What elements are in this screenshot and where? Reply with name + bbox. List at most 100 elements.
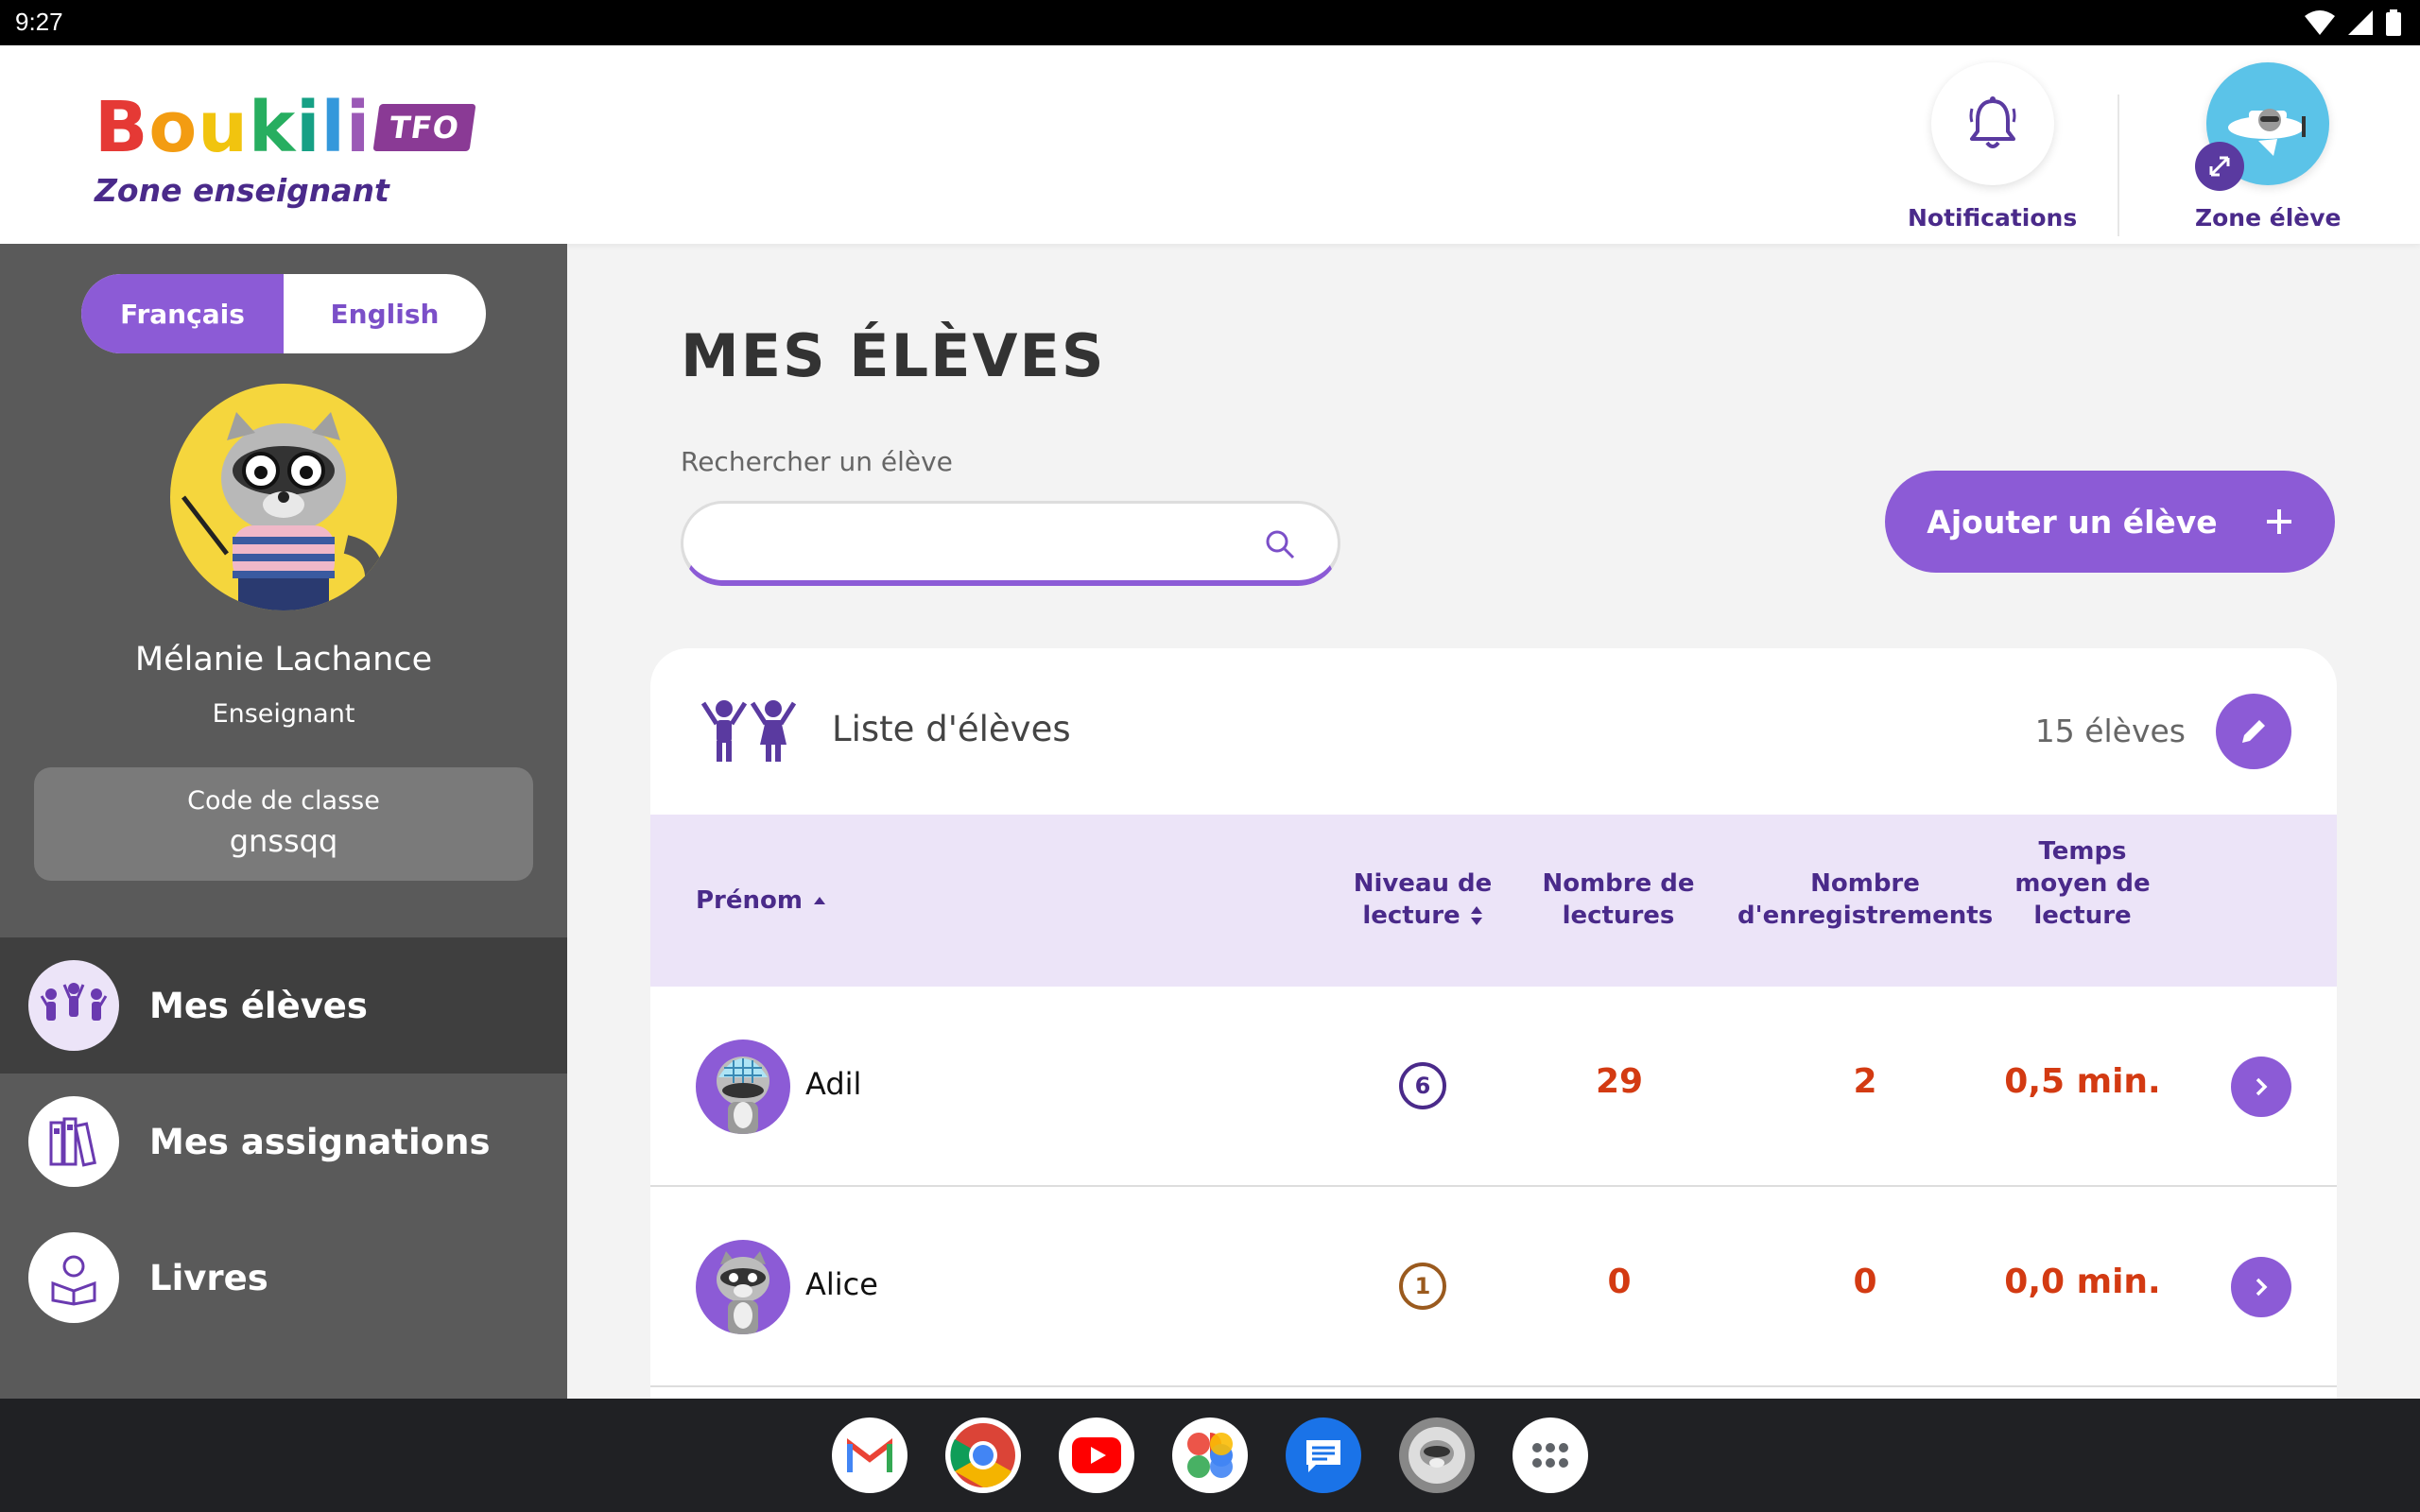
- recordings-count: 2: [1853, 1062, 1877, 1101]
- books-icon: [28, 1096, 119, 1187]
- taskbar-apps: [832, 1418, 1588, 1493]
- edit-list-button[interactable]: [2216, 694, 2291, 769]
- student-name: Alice: [805, 1266, 878, 1302]
- app-drawer-icon[interactable]: [1512, 1418, 1588, 1493]
- student-list-title: Liste d'élèves: [832, 709, 1071, 749]
- student-list-header: Liste d'élèves 15 élèves: [650, 648, 2337, 815]
- chrome-icon[interactable]: [945, 1418, 1021, 1493]
- language-toggle[interactable]: Français English: [81, 274, 486, 353]
- status-bar: 9:27: [0, 0, 2420, 45]
- messages-icon[interactable]: [1286, 1418, 1361, 1493]
- col-reads-line2: lectures: [1562, 902, 1675, 930]
- reads-count: 29: [1595, 1062, 1644, 1101]
- sidebar-nav: Mes élèves Mes assignations Livres: [0, 937, 567, 1346]
- class-code-box: Code de classe gnssqq: [34, 767, 533, 881]
- student-avatar: [696, 1040, 790, 1134]
- sidebar-item-mes-eleves[interactable]: Mes élèves: [0, 937, 567, 1074]
- table-row[interactable]: Alice 1 0 0 0,0 min.: [650, 1187, 2337, 1387]
- photos-icon[interactable]: [1172, 1418, 1248, 1493]
- plus-icon: [2266, 509, 2291, 534]
- col-time-line1: Temps: [2038, 837, 2127, 866]
- lang-french-button[interactable]: Français: [81, 274, 284, 353]
- col-time-line2: moyen de: [2014, 869, 2151, 898]
- search-input[interactable]: [712, 519, 1241, 568]
- avg-reading-time: 0,5 min.: [2004, 1062, 2161, 1101]
- chevron-right-icon: [2256, 1077, 2268, 1096]
- system-icons: [2305, 9, 2401, 36]
- open-student-button[interactable]: [2231, 1057, 2291, 1117]
- sort-asc-icon: [813, 897, 825, 904]
- raccoon-icon: [717, 1251, 769, 1334]
- signal-icon: [2348, 10, 2373, 35]
- sidebar-item-mes-assignations[interactable]: Mes assignations: [0, 1074, 567, 1210]
- clock: 9:27: [15, 8, 63, 36]
- col-recordings: Nombre d'enregistrements: [1737, 868, 1993, 932]
- tfo-badge: TFO: [372, 104, 476, 151]
- add-student-label: Ajouter un élève: [1927, 503, 2218, 541]
- col-reading-level[interactable]: Niveau de lecture: [1342, 868, 1503, 932]
- class-code-label: Code de classe: [187, 786, 380, 816]
- notifications-circle[interactable]: [1930, 62, 2054, 185]
- search-field[interactable]: [681, 501, 1340, 586]
- table-header: Prénom Niveau de lecture Nombre de lectu…: [650, 815, 2337, 987]
- sidebar-item-label: Mes assignations: [149, 1121, 491, 1162]
- student-avatar: [696, 1240, 790, 1334]
- bell-icon: [1969, 96, 2016, 148]
- lang-english-button[interactable]: English: [284, 274, 486, 353]
- sidebar-item-label: Mes élèves: [149, 985, 368, 1026]
- add-student-button[interactable]: Ajouter un élève: [1885, 471, 2335, 573]
- taskbar: [0, 1399, 2420, 1512]
- logo-letter: k: [248, 87, 297, 168]
- search-icon[interactable]: [1264, 528, 1296, 560]
- battery-icon: [2386, 9, 2401, 36]
- student-count: 15 élèves: [2034, 713, 2186, 749]
- search-label: Rechercher un élève: [681, 446, 953, 477]
- logo-letter: i: [296, 87, 321, 168]
- raccoon-hockey-icon: [717, 1057, 769, 1134]
- logo-letter: u: [198, 87, 249, 168]
- logo-wordmark: Bo u k i l i TFO: [95, 87, 476, 168]
- teacher-avatar: [170, 384, 397, 610]
- reading-level-badge: 1: [1399, 1263, 1446, 1310]
- app-header: Bo u k i l i TFO Zone enseignant Notifications: [0, 45, 2420, 244]
- sidebar-item-livres[interactable]: Livres: [0, 1210, 567, 1346]
- col-rec-line1: Nombre: [1810, 869, 1920, 898]
- gmail-icon[interactable]: [832, 1418, 908, 1493]
- col-first-name-label: Prénom: [696, 886, 803, 915]
- col-rec-line2: d'enregistrements: [1737, 902, 1994, 930]
- logo-letter: o: [148, 87, 199, 168]
- student-name: Adil: [805, 1066, 862, 1102]
- chevron-right-icon: [2256, 1278, 2268, 1297]
- notifications-label: Notifications: [1908, 204, 2078, 232]
- youtube-icon[interactable]: [1059, 1418, 1134, 1493]
- wifi-icon: [2305, 10, 2335, 35]
- sidebar: Français English Mélanie Lachance Enseig…: [0, 244, 567, 1399]
- student-zone-button[interactable]: Zone élève: [2195, 62, 2342, 232]
- logo-subtitle: Zone enseignant: [95, 172, 389, 209]
- table-row[interactable]: Adil 6 29 2 0,5 min.: [650, 987, 2337, 1187]
- reader-icon: [28, 1232, 119, 1323]
- col-reads: Nombre de lectures: [1524, 868, 1713, 932]
- notifications-button[interactable]: Notifications: [1908, 62, 2077, 232]
- logo-letter: i: [345, 87, 372, 168]
- switch-badge: [2195, 142, 2245, 191]
- boukili-logo[interactable]: Bo u k i l i TFO Zone enseignant: [95, 87, 476, 209]
- kids-icon: [700, 700, 797, 762]
- teacher-role: Enseignant: [212, 699, 355, 729]
- open-student-button[interactable]: [2231, 1257, 2291, 1317]
- col-first-name[interactable]: Prénom: [696, 885, 827, 917]
- reading-level-badge: 6: [1399, 1062, 1446, 1109]
- col-time-line3: lecture: [2033, 902, 2132, 930]
- logo-letter: B: [95, 87, 149, 168]
- boukili-icon[interactable]: [1399, 1418, 1475, 1493]
- reads-count: 0: [1607, 1263, 1632, 1301]
- pencil-icon: [2242, 720, 2265, 743]
- sort-both-icon: [1470, 906, 1482, 925]
- header-divider: [2118, 94, 2119, 236]
- student-zone-avatar[interactable]: [2195, 62, 2330, 191]
- raccoon-teacher-illustration: [182, 412, 385, 610]
- col-avg-time: Temps moyen de lecture: [2012, 835, 2153, 932]
- col-reads-line1: Nombre de: [1542, 869, 1695, 898]
- col-level-line2: lecture: [1362, 902, 1461, 930]
- col-level-line1: Niveau de: [1353, 869, 1493, 898]
